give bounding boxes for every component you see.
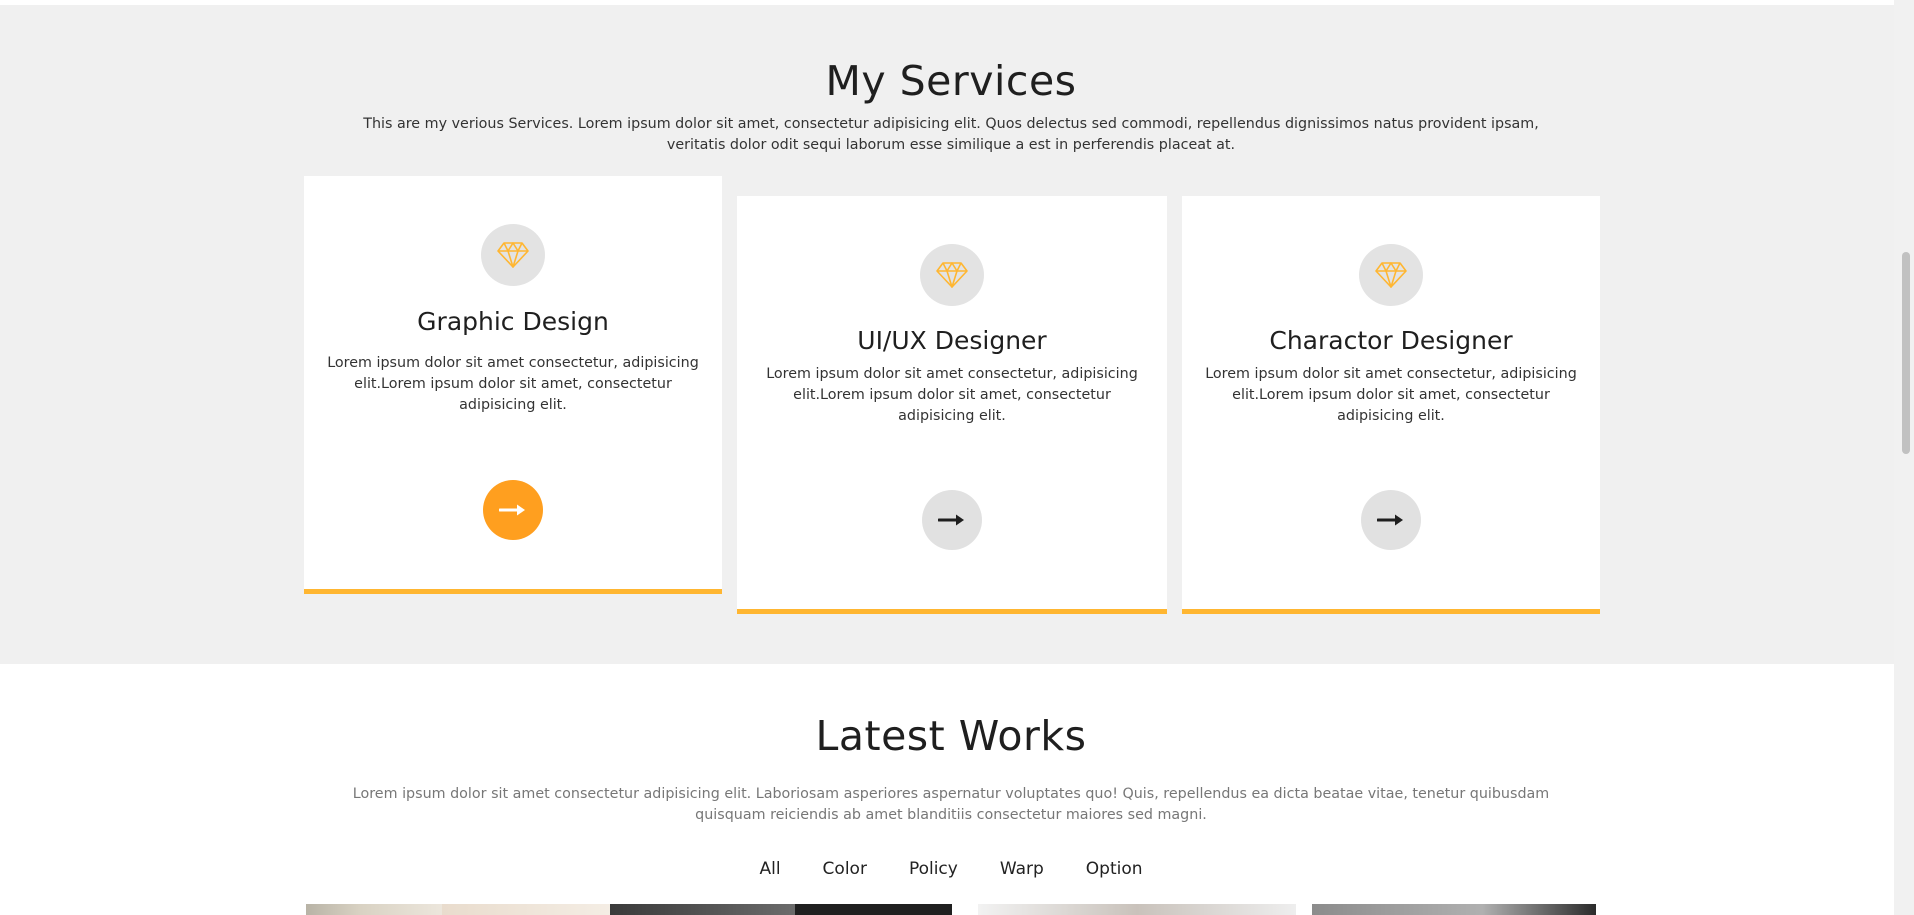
service-card-ui-ux-designer: UI/UX Designer Lorem ipsum dolor sit ame… <box>737 196 1167 614</box>
card-title: UI/UX Designer <box>857 326 1047 355</box>
diamond-icon <box>920 244 984 306</box>
diamond-icon <box>481 224 545 286</box>
filter-all[interactable]: All <box>738 855 801 883</box>
card-text: Lorem ipsum dolor sit amet consectetur, … <box>1205 366 1577 424</box>
arrow-right-icon <box>938 514 964 526</box>
services-description: This are my verious Services. Lorem ipsu… <box>363 116 1539 153</box>
filter-policy[interactable]: Policy <box>888 855 979 883</box>
filter-warp[interactable]: Warp <box>979 855 1065 883</box>
card-text: Lorem ipsum dolor sit amet consectetur, … <box>327 355 699 413</box>
work-thumbnail[interactable] <box>978 904 1296 915</box>
card-text: Lorem ipsum dolor sit amet consectetur, … <box>766 366 1138 424</box>
work-thumbnail[interactable] <box>306 904 442 915</box>
work-thumbnail[interactable] <box>442 904 610 915</box>
work-thumbnail[interactable] <box>1312 904 1596 915</box>
arrow-right-icon <box>1377 514 1403 526</box>
filter-option[interactable]: Option <box>1065 855 1164 883</box>
works-description: Lorem ipsum dolor sit amet consectetur a… <box>352 786 1550 823</box>
service-card-graphic-design: Graphic Design Lorem ipsum dolor sit ame… <box>304 176 722 594</box>
filter-color[interactable]: Color <box>802 855 888 883</box>
card-title: Graphic Design <box>417 307 609 336</box>
diamond-icon <box>1359 244 1423 306</box>
service-card-charactor-designer: Charactor Designer Lorem ipsum dolor sit… <box>1182 196 1600 614</box>
card-arrow-button[interactable] <box>1361 490 1421 550</box>
work-thumbnail[interactable] <box>795 904 952 915</box>
scrollbar-thumb[interactable] <box>1902 252 1910 454</box>
works-title: Latest Works <box>815 712 1087 760</box>
card-arrow-button[interactable] <box>922 490 982 550</box>
card-arrow-button[interactable] <box>483 480 543 540</box>
work-thumbnail[interactable] <box>610 904 795 915</box>
card-title: Charactor Designer <box>1269 326 1513 355</box>
arrow-right-icon <box>499 504 525 516</box>
services-title: My Services <box>825 57 1077 105</box>
works-filter-bar: All Color Policy Warp Option <box>0 855 1902 883</box>
page-scrollbar[interactable] <box>1894 0 1914 915</box>
services-section: My Services This are my verious Services… <box>0 0 1894 664</box>
